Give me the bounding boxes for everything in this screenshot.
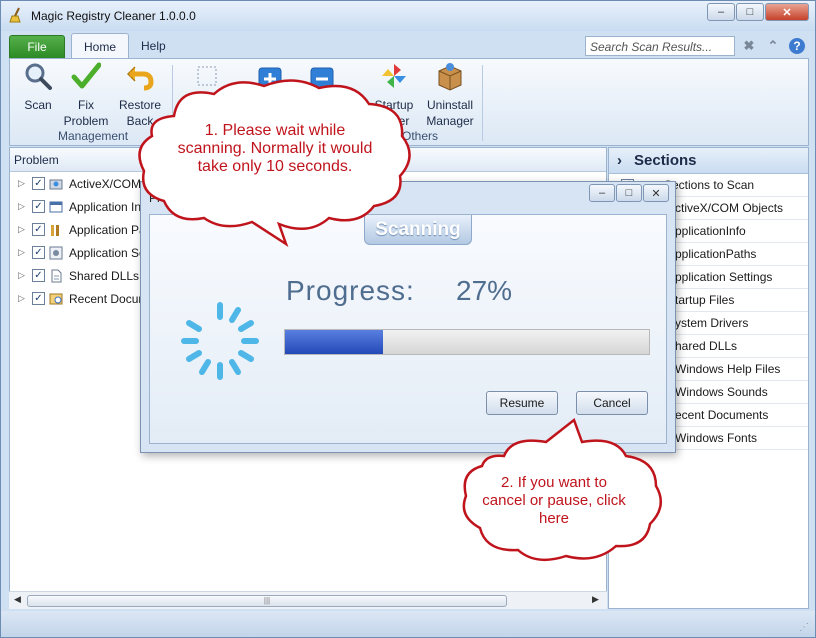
cancel-button[interactable]: Cancel (576, 391, 648, 415)
checkbox[interactable]: ✓ (32, 269, 45, 282)
callout-1-line-2: scanning. Normally it would (177, 140, 373, 157)
expand-arrow-icon[interactable]: ▷ (18, 201, 28, 212)
section-label: Windows Sounds (675, 385, 768, 399)
section-label: pplication Settings (675, 270, 773, 284)
progress-fill (285, 330, 384, 354)
expand-arrow-icon[interactable]: ▷ (18, 270, 28, 281)
horizontal-scrollbar[interactable]: ◀ ||| ▶ (9, 591, 607, 609)
uninstall-label-1: Uninstall (426, 98, 474, 112)
section-label: Windows Help Files (675, 362, 781, 376)
tab-file[interactable]: File (9, 35, 65, 59)
progress-label: Progress: (286, 275, 415, 306)
section-label: Windows Fonts (675, 431, 758, 445)
expand-arrow-icon[interactable]: ▷ (18, 178, 28, 189)
section-label: pplicationInfo (675, 224, 746, 238)
minimize-button[interactable]: – (707, 3, 735, 21)
broom-icon (9, 7, 21, 23)
loading-spinner-icon (181, 302, 259, 380)
sections-title: Sections (634, 152, 697, 169)
fix-label-2: Problem (63, 114, 109, 128)
section-label: ystem Drivers (675, 316, 749, 330)
section-label: tartup Files (675, 293, 735, 307)
callout-2-line-1: 2. If you want to (501, 474, 607, 491)
status-bar: ⋰ (1, 611, 815, 637)
scroll-left-icon[interactable]: ◀ (14, 594, 21, 605)
title-bar: Magic Registry Cleaner 1.0.0.0 – □ ✕ (1, 1, 815, 31)
dialog-close-button[interactable]: ✕ (643, 184, 669, 202)
checkbox[interactable]: ✓ (32, 177, 45, 190)
checkbox[interactable]: ✓ (32, 200, 45, 213)
fix-label-1: Fix (78, 98, 94, 112)
progress-bar (284, 329, 650, 355)
package-icon (438, 63, 462, 91)
search-input[interactable]: Search Scan Results... (585, 36, 735, 56)
collapse-ribbon-icon[interactable]: ⌃ (765, 38, 781, 54)
callout-text-1: 1. Please wait while scanning. Normally … (160, 122, 390, 176)
row-label: Shared DLLs ( (69, 268, 147, 283)
callout-1-line-3: take only 10 seconds. (197, 158, 353, 175)
dialog-minimize-button[interactable]: – (589, 184, 615, 202)
sections-header[interactable]: › Sections (609, 148, 808, 174)
paths-icon (51, 224, 59, 236)
section-label: hared DLLs (675, 339, 738, 353)
maximize-button[interactable]: □ (736, 3, 764, 21)
magnifier-icon (25, 63, 52, 90)
expand-arrow-icon[interactable]: ▷ (18, 293, 28, 304)
checkbox[interactable]: ✓ (32, 292, 45, 305)
section-label: Sections to Scan (664, 178, 755, 192)
application-icon (49, 201, 63, 212)
section-label: ecent Documents (675, 408, 769, 422)
scroll-right-icon[interactable]: ▶ (592, 594, 599, 605)
settings-icon (49, 246, 63, 259)
clear-search-icon[interactable]: ✖ (741, 38, 757, 54)
uninstall-label-2: Manager (426, 114, 474, 128)
group-management-label: Management (58, 129, 129, 143)
uninstall-manager-button[interactable]: Uninstall Manager (422, 61, 478, 129)
section-label: ctiveX/COM Objects (675, 201, 784, 215)
expand-arrow-icon[interactable]: ▷ (18, 247, 28, 258)
activex-icon (49, 179, 63, 189)
callout-2-line-3: here (538, 510, 570, 527)
window-title: Magic Registry Cleaner 1.0.0.0 (31, 9, 196, 23)
expand-arrow-icon[interactable]: ▷ (18, 224, 28, 235)
tab-help[interactable]: Help (129, 33, 178, 59)
checkbox[interactable]: ✓ (32, 246, 45, 259)
close-button[interactable]: ✕ (765, 3, 809, 21)
scroll-thumb[interactable]: ||| (27, 595, 507, 607)
checkmark-icon (71, 62, 102, 89)
resize-grip-icon[interactable]: ⋰ (799, 622, 809, 633)
section-label: pplicationPaths (675, 247, 757, 261)
chevron-right-icon[interactable]: › (617, 152, 622, 169)
callout-text-2: 2. If you want to cancel or pause, click… (468, 474, 640, 528)
callout-1-line-1: 1. Please wait while (204, 122, 346, 139)
recent-documents-icon (49, 293, 63, 304)
checkbox[interactable]: ✓ (32, 223, 45, 236)
callout-2-line-2: cancel or pause, click (482, 492, 626, 509)
progress-percent: 27% (456, 275, 513, 306)
dialog-body: Scanning Progress: 27% Resume Cancel (149, 214, 667, 444)
help-icon[interactable]: ? (789, 38, 805, 54)
tab-home[interactable]: Home (71, 33, 130, 59)
resume-button[interactable]: Resume (486, 391, 558, 415)
fix-problem-button[interactable]: Fix Problem (58, 61, 114, 129)
dll-icon (51, 269, 62, 282)
ribbon-separator-2 (482, 65, 483, 141)
dialog-maximize-button[interactable]: □ (616, 184, 642, 202)
